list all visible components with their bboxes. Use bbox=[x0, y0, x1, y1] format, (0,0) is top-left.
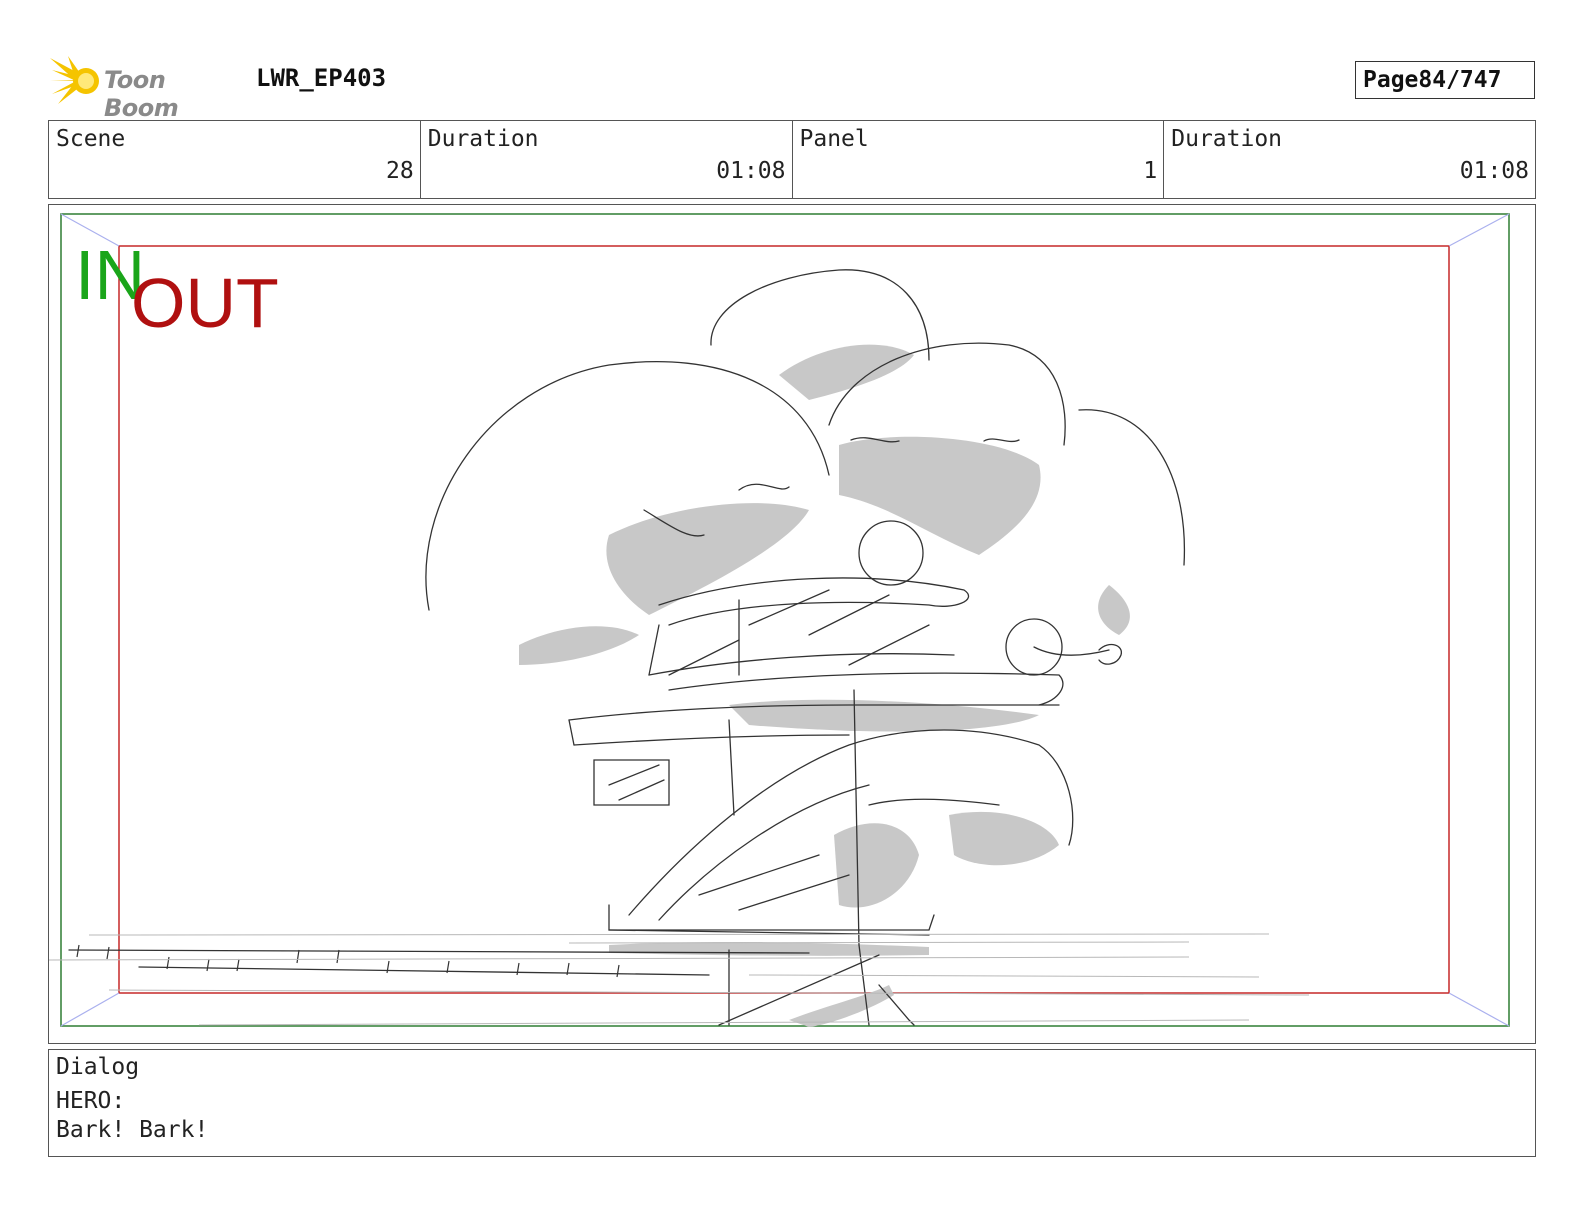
scene-duration-label: Duration bbox=[427, 126, 539, 152]
page-indicator: Page 84/747 bbox=[1355, 61, 1535, 99]
dialog-line: Bark! Bark! bbox=[56, 1117, 209, 1143]
dialog-label: Dialog bbox=[56, 1054, 140, 1080]
panel-sketch: IN OUT bbox=[49, 213, 1510, 1027]
sketch-shadows bbox=[519, 344, 1130, 1027]
panel-duration-cell: Duration 01:08 bbox=[1164, 121, 1535, 198]
panel-duration-value: 01:08 bbox=[1459, 158, 1529, 184]
dialog-speaker: HERO: bbox=[56, 1088, 126, 1114]
toon-boom-logo: Toon Boom bbox=[50, 56, 240, 122]
panel-info-row: Scene 28 Duration 01:08 Panel 1 Duration… bbox=[48, 120, 1536, 199]
storyboard-panel: IN OUT bbox=[48, 204, 1536, 1044]
panel-duration-label: Duration bbox=[1171, 126, 1283, 152]
scene-label: Scene bbox=[56, 126, 126, 152]
scene-value: 28 bbox=[386, 158, 414, 184]
scene-duration-value: 01:08 bbox=[716, 158, 786, 184]
page-number: 84/747 bbox=[1418, 67, 1502, 93]
scene-duration-cell: Duration 01:08 bbox=[421, 121, 793, 198]
out-marker: OUT bbox=[131, 264, 279, 342]
star-burst-icon bbox=[50, 56, 99, 104]
dialog-box: Dialog HERO: Bark! Bark! bbox=[48, 1049, 1536, 1157]
panel-label: Panel bbox=[799, 126, 869, 152]
logo-text: Toon Boom bbox=[104, 66, 179, 122]
project-title: LWR_EP403 bbox=[256, 64, 387, 92]
page-label: Page bbox=[1363, 67, 1419, 93]
panel-cell: Panel 1 bbox=[793, 121, 1165, 198]
out-field-frame bbox=[118, 245, 1450, 994]
sketch-lines bbox=[68, 269, 1186, 1026]
scene-cell: Scene 28 bbox=[49, 121, 421, 198]
panel-value: 1 bbox=[1143, 158, 1158, 184]
